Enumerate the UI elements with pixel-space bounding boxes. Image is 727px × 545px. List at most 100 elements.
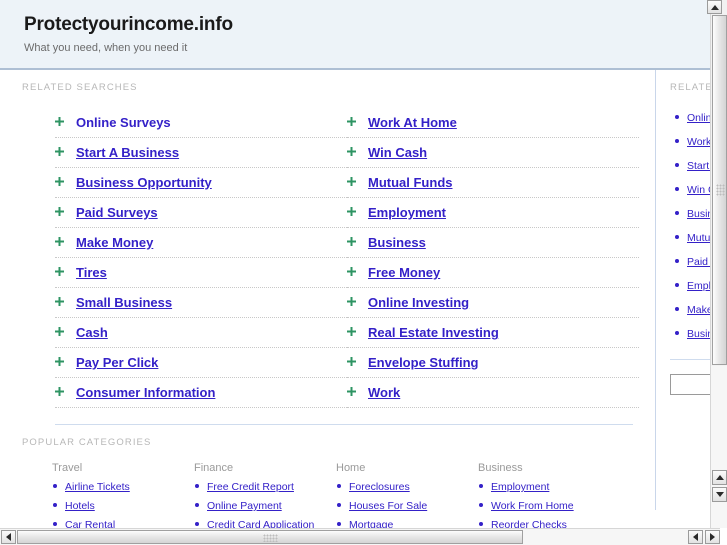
list-item[interactable]: Paid Surveys [670, 249, 710, 273]
category-link[interactable]: Airline Tickets [65, 481, 130, 493]
list-item[interactable]: Business [347, 228, 639, 258]
sidebar-related-link[interactable]: Mutual Funds [687, 232, 710, 244]
related-search-link[interactable]: Mutual Funds [368, 175, 453, 190]
category-link[interactable]: Hotels [65, 500, 95, 512]
list-item[interactable]: Mortgage [336, 517, 478, 528]
related-search-link[interactable]: Tires [76, 265, 107, 280]
sidebar-related-link[interactable]: Work At Home [687, 136, 710, 148]
category-link[interactable]: Online Payment [207, 500, 282, 512]
list-item[interactable]: Mutual Funds [347, 168, 639, 198]
scroll-up-button[interactable] [712, 470, 727, 485]
list-item[interactable]: Cash [55, 318, 347, 348]
list-item[interactable]: Online Payment [194, 498, 336, 517]
vertical-scrollbar[interactable] [710, 0, 727, 528]
related-search-link[interactable]: Consumer Information [76, 385, 215, 400]
list-item[interactable]: Tires [55, 258, 347, 288]
category-link[interactable]: Car Rental [65, 519, 115, 528]
related-search-link[interactable]: Work [368, 385, 400, 400]
vertical-scrollbar-thumb[interactable] [712, 15, 727, 365]
related-search-link[interactable]: Paid Surveys [76, 205, 158, 220]
list-item[interactable]: Hotels [52, 498, 194, 517]
list-item[interactable]: Car Rental [52, 517, 194, 528]
sidebar-related-link[interactable]: Paid Surveys [687, 256, 710, 268]
list-item[interactable]: Work At Home [670, 129, 710, 153]
related-search-link[interactable]: Business Opportunity [76, 175, 212, 190]
list-item[interactable]: Houses For Sale [336, 498, 478, 517]
related-search-link[interactable]: Employment [368, 205, 446, 220]
list-item[interactable]: Consumer Information [55, 378, 347, 408]
list-item[interactable]: Free Money [347, 258, 639, 288]
vertical-scrollbar-track-lower[interactable] [711, 366, 727, 528]
list-item[interactable]: Online Surveys [55, 107, 347, 138]
scroll-up-button-top[interactable] [707, 0, 722, 14]
related-search-link[interactable]: Work At Home [368, 115, 457, 130]
category-link[interactable]: Free Credit Report [207, 481, 294, 493]
related-search-link[interactable]: Business [368, 235, 426, 250]
related-search-link[interactable]: Cash [76, 325, 108, 340]
list-item[interactable]: Work From Home [478, 498, 620, 517]
triangle-left-icon [693, 533, 698, 541]
related-search-link[interactable]: Real Estate Investing [368, 325, 499, 340]
related-search-link[interactable]: Pay Per Click [76, 355, 158, 370]
list-item[interactable]: Free Credit Report [194, 479, 336, 498]
category-link[interactable]: Work From Home [491, 500, 574, 512]
related-search-link[interactable]: Small Business [76, 295, 172, 310]
list-item[interactable]: Small Business [55, 288, 347, 318]
list-item[interactable]: Online Surveys [670, 105, 710, 129]
list-item[interactable]: Foreclosures [336, 479, 478, 498]
list-item[interactable]: Paid Surveys [55, 198, 347, 228]
scroll-left-button-secondary[interactable] [688, 530, 703, 544]
search-input[interactable] [670, 374, 710, 395]
category-link[interactable]: Mortgage [349, 519, 393, 528]
list-item[interactable]: Business Opportunity [670, 201, 710, 225]
list-item[interactable]: Win Cash [347, 138, 639, 168]
horizontal-scrollbar[interactable] [0, 528, 727, 545]
list-item[interactable]: Business [670, 321, 710, 345]
sidebar-related-link[interactable]: Make Money [687, 304, 710, 316]
category-link[interactable]: Houses For Sale [349, 500, 427, 512]
category-link[interactable]: Reorder Checks [491, 519, 567, 528]
category-link[interactable]: Foreclosures [349, 481, 410, 493]
list-item[interactable]: Airline Tickets [52, 479, 194, 498]
list-item[interactable]: Reorder Checks [478, 517, 620, 528]
list-item[interactable]: Mutual Funds [670, 225, 710, 249]
sidebar-related-link[interactable]: Online Surveys [687, 112, 710, 124]
scroll-left-button[interactable] [1, 530, 16, 544]
list-item[interactable]: Start A Business [55, 138, 347, 168]
sidebar-related-link[interactable]: Employment [687, 280, 710, 292]
list-item[interactable]: Win Cash [670, 177, 710, 201]
related-search-link[interactable]: Online Surveys [76, 115, 171, 130]
scroll-right-button[interactable] [705, 530, 720, 544]
list-item[interactable]: Start A Business [670, 153, 710, 177]
list-item[interactable]: Make Money [670, 297, 710, 321]
list-item[interactable]: Employment [347, 198, 639, 228]
list-item[interactable]: Pay Per Click [55, 348, 347, 378]
arrow-marker-icon [55, 117, 64, 126]
related-search-link[interactable]: Win Cash [368, 145, 427, 160]
related-search-link[interactable]: Make Money [76, 235, 153, 250]
related-search-link[interactable]: Free Money [368, 265, 440, 280]
sidebar-related-link[interactable]: Start A Business [687, 160, 710, 172]
category-link[interactable]: Employment [491, 481, 549, 493]
scroll-down-button[interactable] [712, 487, 727, 502]
list-item[interactable]: Envelope Stuffing [347, 348, 639, 378]
list-item[interactable]: Work [347, 378, 639, 408]
sidebar-related-link[interactable]: Business [687, 328, 710, 340]
related-search-link[interactable]: Envelope Stuffing [368, 355, 479, 370]
list-item[interactable]: Make Money [55, 228, 347, 258]
list-item[interactable]: Employment [478, 479, 620, 498]
list-item[interactable]: Business Opportunity [55, 168, 347, 198]
related-search-link[interactable]: Start A Business [76, 145, 179, 160]
category-group-travel: Travel Airline Tickets Hotels Car Rental [52, 462, 194, 528]
list-item[interactable]: Online Investing [347, 288, 639, 318]
sidebar-related-link[interactable]: Business Opportunity [687, 208, 710, 220]
related-search-link[interactable]: Online Investing [368, 295, 469, 310]
list-item[interactable]: Credit Card Application [194, 517, 336, 528]
category-group-finance: Finance Free Credit Report Online Paymen… [194, 462, 336, 528]
sidebar-related-link[interactable]: Win Cash [687, 184, 710, 196]
list-item[interactable]: Work At Home [347, 107, 639, 138]
list-item[interactable]: Real Estate Investing [347, 318, 639, 348]
horizontal-scrollbar-thumb[interactable] [17, 530, 523, 544]
category-link[interactable]: Credit Card Application [207, 519, 314, 528]
list-item[interactable]: Employment [670, 273, 710, 297]
